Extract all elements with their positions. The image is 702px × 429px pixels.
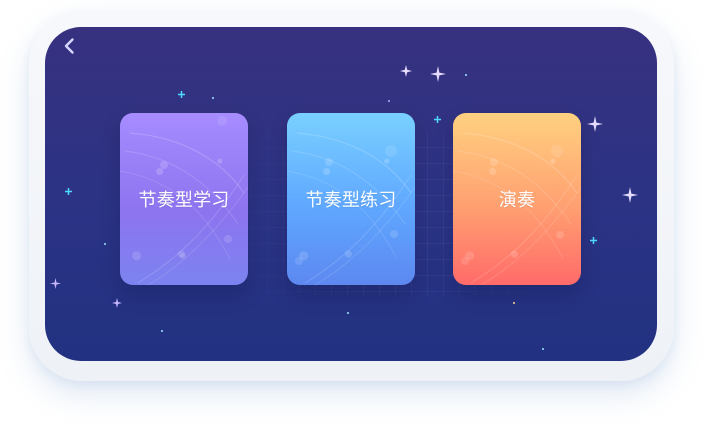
sparkle-icon bbox=[50, 278, 61, 289]
star-dot bbox=[347, 312, 349, 314]
back-chevron-icon bbox=[64, 38, 74, 54]
card-rhythm-practice[interactable]: 节奏型练习 bbox=[287, 113, 415, 285]
sparkle-icon bbox=[622, 187, 638, 203]
card-rhythm-learning[interactable]: 节奏型学习 bbox=[120, 113, 248, 285]
sparkle-icon bbox=[178, 91, 185, 98]
star-dot bbox=[212, 97, 214, 99]
app-screen: 节奏型学习 节奏型练习 演奏 bbox=[45, 27, 657, 361]
star-dot bbox=[542, 348, 544, 350]
sparkle-icon bbox=[400, 65, 412, 77]
star-dot bbox=[104, 243, 106, 245]
sparkle-icon bbox=[587, 116, 603, 132]
sparkle-icon bbox=[434, 116, 441, 123]
card-label: 节奏型练习 bbox=[305, 190, 397, 211]
back-button[interactable] bbox=[59, 35, 81, 57]
app-stage: 节奏型学习 节奏型练习 演奏 bbox=[0, 0, 702, 429]
card-label: 节奏型学习 bbox=[138, 190, 230, 211]
star-dot bbox=[161, 330, 163, 332]
card-performance[interactable]: 演奏 bbox=[453, 113, 581, 285]
sparkle-icon bbox=[430, 66, 446, 82]
sparkle-icon bbox=[65, 188, 72, 195]
star-dot bbox=[388, 100, 390, 102]
star-dot bbox=[465, 74, 467, 76]
sparkle-icon bbox=[590, 237, 597, 244]
star-dot bbox=[513, 302, 515, 304]
sparkle-icon bbox=[112, 298, 122, 308]
card-label: 演奏 bbox=[498, 190, 536, 211]
